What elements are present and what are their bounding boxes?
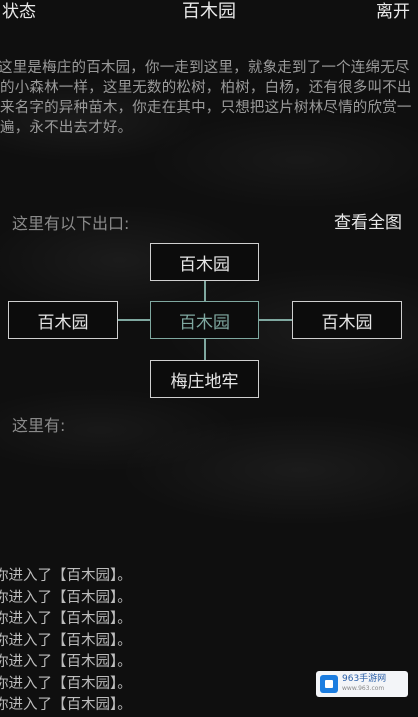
here-label: 这里有: xyxy=(12,416,66,435)
exit-south-room[interactable]: 梅庄地牢 xyxy=(150,360,259,398)
top-bar: 状态 百木园 离开 xyxy=(0,0,418,26)
log-line: 你进入了【百木园】。 xyxy=(0,611,132,627)
room-title: 百木园 xyxy=(182,1,236,22)
view-full-map-button[interactable]: 查看全图 xyxy=(334,208,402,233)
watermark-text: 963手游网 www.963.com xyxy=(342,674,387,692)
exits-label: 这里有以下出口: xyxy=(12,214,130,233)
connector-west xyxy=(117,319,150,321)
site-watermark: 963手游网 www.963.com xyxy=(316,671,408,697)
connector-south xyxy=(204,339,206,360)
current-room: 百木园 xyxy=(150,301,259,339)
exit-north-room[interactable]: 百木园 xyxy=(150,243,259,281)
log-line: 你进入了【百木园】。 xyxy=(0,589,132,606)
watermark-logo-icon xyxy=(320,675,338,693)
log-line: 你进入了【百木园】。 xyxy=(0,568,132,584)
connector-north xyxy=(204,281,206,301)
room-description: 这里是梅庄的百木园，你一走到这里，就象走到了一个连绵无尽的小森林一样，这里无数的… xyxy=(0,60,412,136)
leave-button[interactable]: 离开 xyxy=(376,0,410,24)
log-line: 你进入了【百木园】。 xyxy=(0,697,132,713)
connector-east xyxy=(259,319,292,321)
exit-west-room[interactable]: 百木园 xyxy=(8,301,118,339)
log-line: 你进入了【百木园】。 xyxy=(0,632,132,649)
exit-east-room[interactable]: 百木园 xyxy=(292,301,402,339)
